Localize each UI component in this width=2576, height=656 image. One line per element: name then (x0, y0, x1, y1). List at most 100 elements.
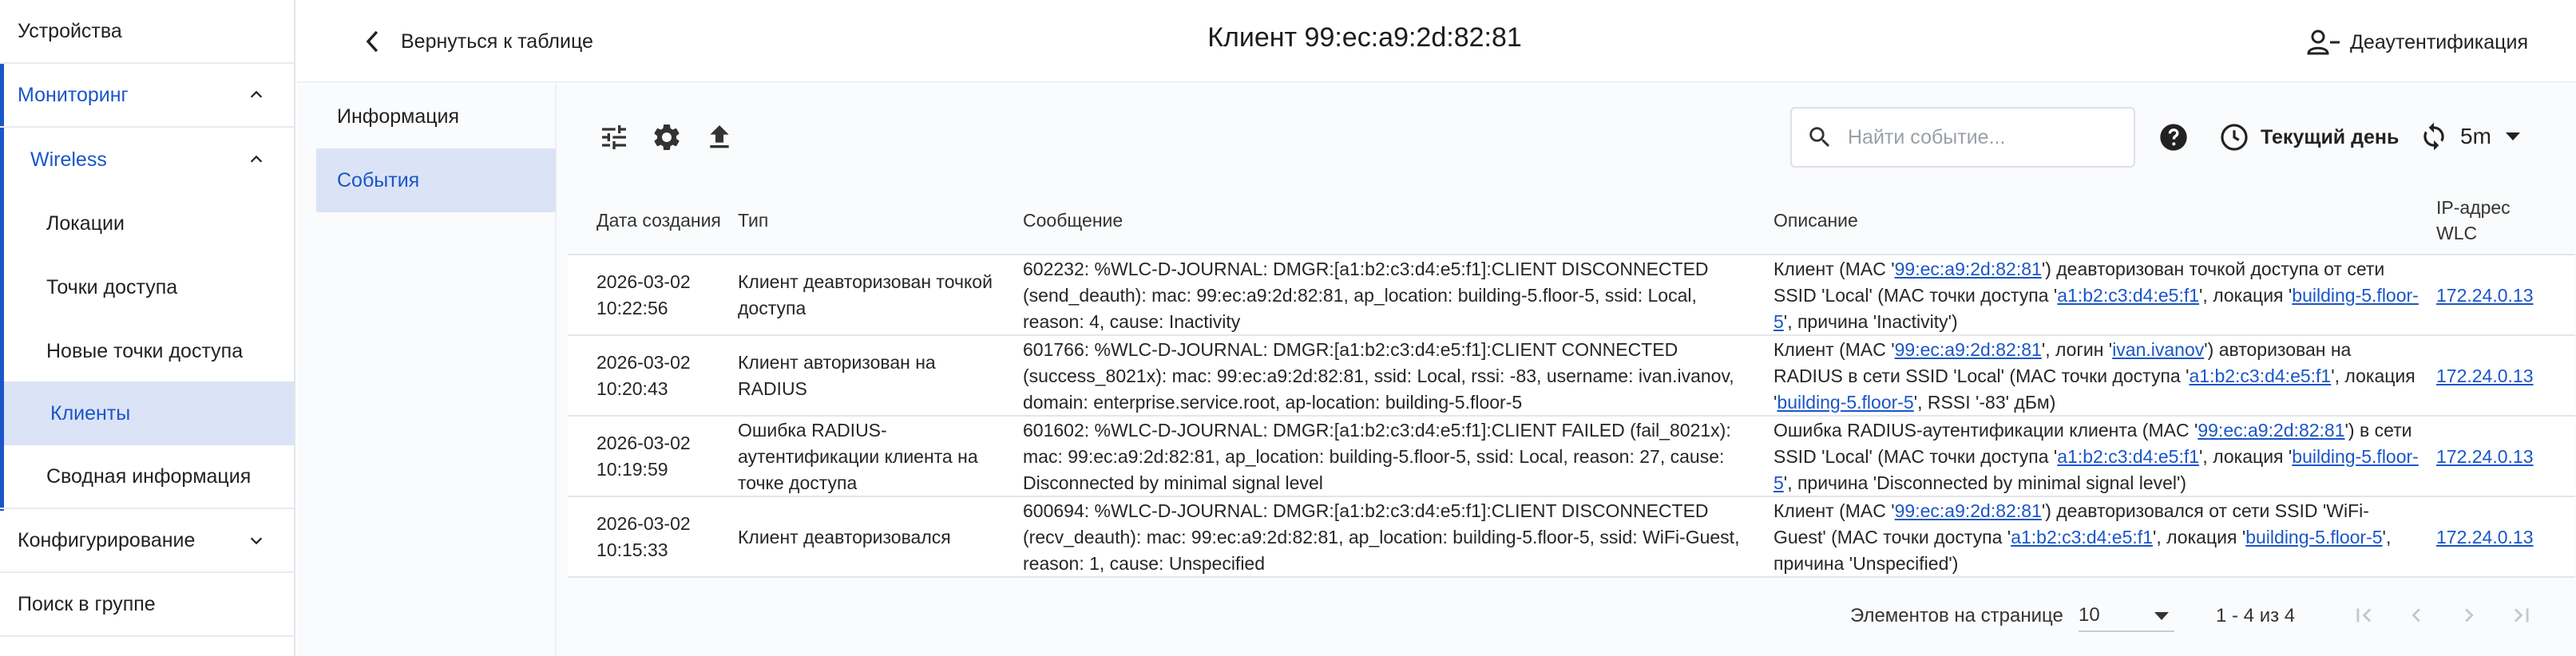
cell-type: Клиент деавторизовался (738, 526, 951, 547)
deauthenticate-label: Деаутентификация (2350, 30, 2528, 53)
sidebar-item-label: Устройства (18, 19, 122, 42)
items-per-page-select[interactable]: 10 (2079, 600, 2174, 632)
cell-date: 2026-03-02 10:22:56 (596, 255, 732, 335)
sidebar-item-configuration[interactable]: Конфигурирование (0, 509, 294, 573)
tab-label: События (337, 168, 420, 192)
search-icon (1809, 127, 1830, 148)
refresh-interval-value: 5m (2460, 124, 2491, 148)
description-link[interactable]: a1:b2:c3:d4:e5:f1 (2057, 446, 2199, 467)
sidebar-item-new-access-points[interactable]: Новые точки доступа (0, 319, 294, 383)
filter-settings-icon[interactable] (598, 121, 630, 153)
last-page-icon[interactable] (2508, 602, 2535, 629)
cell-date: 2026-03-02 10:15:33 (596, 497, 732, 577)
tab-events[interactable]: События (316, 148, 556, 212)
wlc-ip-link[interactable]: 172.24.0.13 (2436, 283, 2534, 309)
table-row[interactable]: 2026-03-02 10:22:56 Клиент деавторизован … (568, 255, 2575, 336)
date-value: 2026-03-02 (596, 352, 691, 373)
column-header-wlc-ip[interactable]: IP-адрес WLC (2436, 185, 2532, 255)
column-header-type[interactable]: Тип (738, 185, 977, 255)
time-value: 10:20:43 (596, 378, 668, 399)
sidebar-item-clients[interactable]: Клиенты (4, 381, 294, 445)
previous-page-icon[interactable] (2403, 602, 2430, 629)
description-link[interactable]: a1:b2:c3:d4:e5:f1 (2189, 366, 2331, 386)
dropdown-arrow-icon (2154, 612, 2169, 620)
column-header-message[interactable]: Сообщение (1023, 185, 1502, 255)
refresh-interval-select[interactable]: 5m (2419, 117, 2522, 156)
sidebar-item-devices[interactable]: Устройства (0, 0, 294, 64)
page-range: 1 - 4 из 4 (2216, 605, 2296, 626)
items-per-page-value: 10 (2079, 604, 2100, 626)
sidebar-item-summary[interactable]: Сводная информация (0, 445, 294, 509)
events-table: Дата создания Тип Сообщение Описание IP-… (568, 185, 2575, 578)
date-value: 2026-03-02 (596, 513, 691, 534)
first-page-icon[interactable] (2350, 602, 2377, 629)
time-value: 10:19:59 (596, 459, 668, 480)
cell-type: Клиент деавторизован точкой доступа (738, 271, 993, 318)
cell-wlc-ip: 172.24.0.13 (2436, 417, 2572, 496)
user-remove-icon (2307, 30, 2340, 55)
cell-type: Клиент авторизован на RADIUS (738, 352, 936, 399)
description-link[interactable]: building-5.floor-5 (2245, 527, 2382, 547)
description-link[interactable]: building-5.floor-5 (1777, 392, 1913, 413)
clock-icon (2221, 124, 2248, 151)
cell-message: 601766: %WLC-D-JOURNAL: DMGR:[a1:b2:c3:d… (1023, 338, 1734, 413)
description-link[interactable]: a1:b2:c3:d4:e5:f1 (2057, 285, 2199, 306)
chevron-up-icon (248, 86, 265, 104)
cell-date: 2026-03-02 10:20:43 (596, 336, 732, 416)
table-header: Дата создания Тип Сообщение Описание IP-… (568, 185, 2575, 255)
sidebar-item-label: Поиск в группе (18, 592, 156, 615)
sidebar-item-label: Wireless (30, 148, 107, 171)
cell-description: Клиент (MAC '99:ec:a9:2d:82:81') деавтор… (1773, 497, 2420, 577)
table-row[interactable]: 2026-03-02 10:19:59 Ошибка RADIUS-аутенти… (568, 417, 2575, 497)
sidebar-item-label: Мониторинг (18, 83, 129, 106)
period-label: Текущий день (2261, 125, 2400, 148)
sidebar-item-label: Точки доступа (46, 275, 178, 298)
table-row[interactable]: 2026-03-02 10:15:33 Клиент деавторизовалс… (568, 497, 2575, 578)
sidebar-item-label: Клиенты (50, 401, 131, 425)
sidebar-item-wireless[interactable]: Wireless (0, 128, 294, 192)
column-header-date[interactable]: Дата создания (596, 185, 732, 255)
description-link[interactable]: 99:ec:a9:2d:82:81 (1895, 339, 2042, 360)
sidebar: Устройства Мониторинг Wireless Локации Т… (0, 0, 295, 656)
sidebar-item-group-search[interactable]: Поиск в группе (0, 573, 294, 637)
cell-message: 601602: %WLC-D-JOURNAL: DMGR:[a1:b2:c3:d… (1023, 419, 1731, 493)
column-header-description[interactable]: Описание (1773, 185, 2253, 255)
sidebar-item-monitoring[interactable]: Мониторинг (0, 64, 294, 128)
sidebar-item-locations[interactable]: Локации (0, 192, 294, 255)
gear-icon[interactable] (651, 121, 683, 153)
deauthenticate-button[interactable]: Деаутентификация (2307, 22, 2528, 62)
wlc-ip-link[interactable]: 172.24.0.13 (2436, 444, 2534, 470)
description-link[interactable]: 99:ec:a9:2d:82:81 (1895, 500, 2042, 521)
cell-message: 602232: %WLC-D-JOURNAL: DMGR:[a1:b2:c3:d… (1023, 258, 1709, 332)
client-header: Вернуться к таблице Клиент 99:ec:a9:2d:8… (297, 0, 2576, 83)
search-input[interactable] (1848, 125, 2119, 149)
help-icon[interactable] (2158, 121, 2190, 153)
chevron-up-icon (248, 151, 265, 168)
description-link[interactable]: ivan.ivanov (2112, 339, 2204, 360)
description-link[interactable]: 99:ec:a9:2d:82:81 (2198, 420, 2344, 441)
tab-information[interactable]: Информация (297, 85, 537, 148)
sidebar-item-access-points[interactable]: Точки доступа (0, 255, 294, 319)
sidebar-item-label: Новые точки доступа (46, 339, 244, 362)
event-search (1790, 107, 2135, 168)
next-page-icon[interactable] (2455, 602, 2483, 629)
export-icon[interactable] (703, 121, 735, 153)
wlc-ip-link[interactable]: 172.24.0.13 (2436, 363, 2534, 389)
cell-description: Ошибка RADIUS-аутентификации клиента (MA… (1773, 417, 2420, 496)
dropdown-arrow-icon (2505, 132, 2520, 140)
events-panel: Текущий день 5m Дата создания Тип Сообще… (557, 85, 2576, 656)
sidebar-item-label: Сводная информация (46, 464, 252, 488)
table-body: 2026-03-02 10:22:56 Клиент деавторизован … (568, 255, 2575, 578)
time-value: 10:15:33 (596, 539, 668, 560)
time-value: 10:22:56 (596, 298, 668, 318)
cell-description: Клиент (MAC '99:ec:a9:2d:82:81', логин '… (1773, 336, 2420, 416)
table-row[interactable]: 2026-03-02 10:20:43 Клиент авторизован на… (568, 336, 2575, 417)
cell-date: 2026-03-02 10:19:59 (596, 417, 732, 496)
description-link[interactable]: 99:ec:a9:2d:82:81 (1895, 259, 2042, 279)
description-link[interactable]: a1:b2:c3:d4:e5:f1 (2011, 527, 2153, 547)
period-selector[interactable]: Текущий день (2219, 120, 2399, 155)
date-value: 2026-03-02 (596, 433, 691, 453)
wlc-ip-link[interactable]: 172.24.0.13 (2436, 524, 2534, 551)
description-text: Ошибка RADIUS-аутентификации клиента (MA… (1773, 419, 2419, 493)
pagination: Элементов на странице 10 1 - 4 из 4 (557, 575, 2576, 654)
